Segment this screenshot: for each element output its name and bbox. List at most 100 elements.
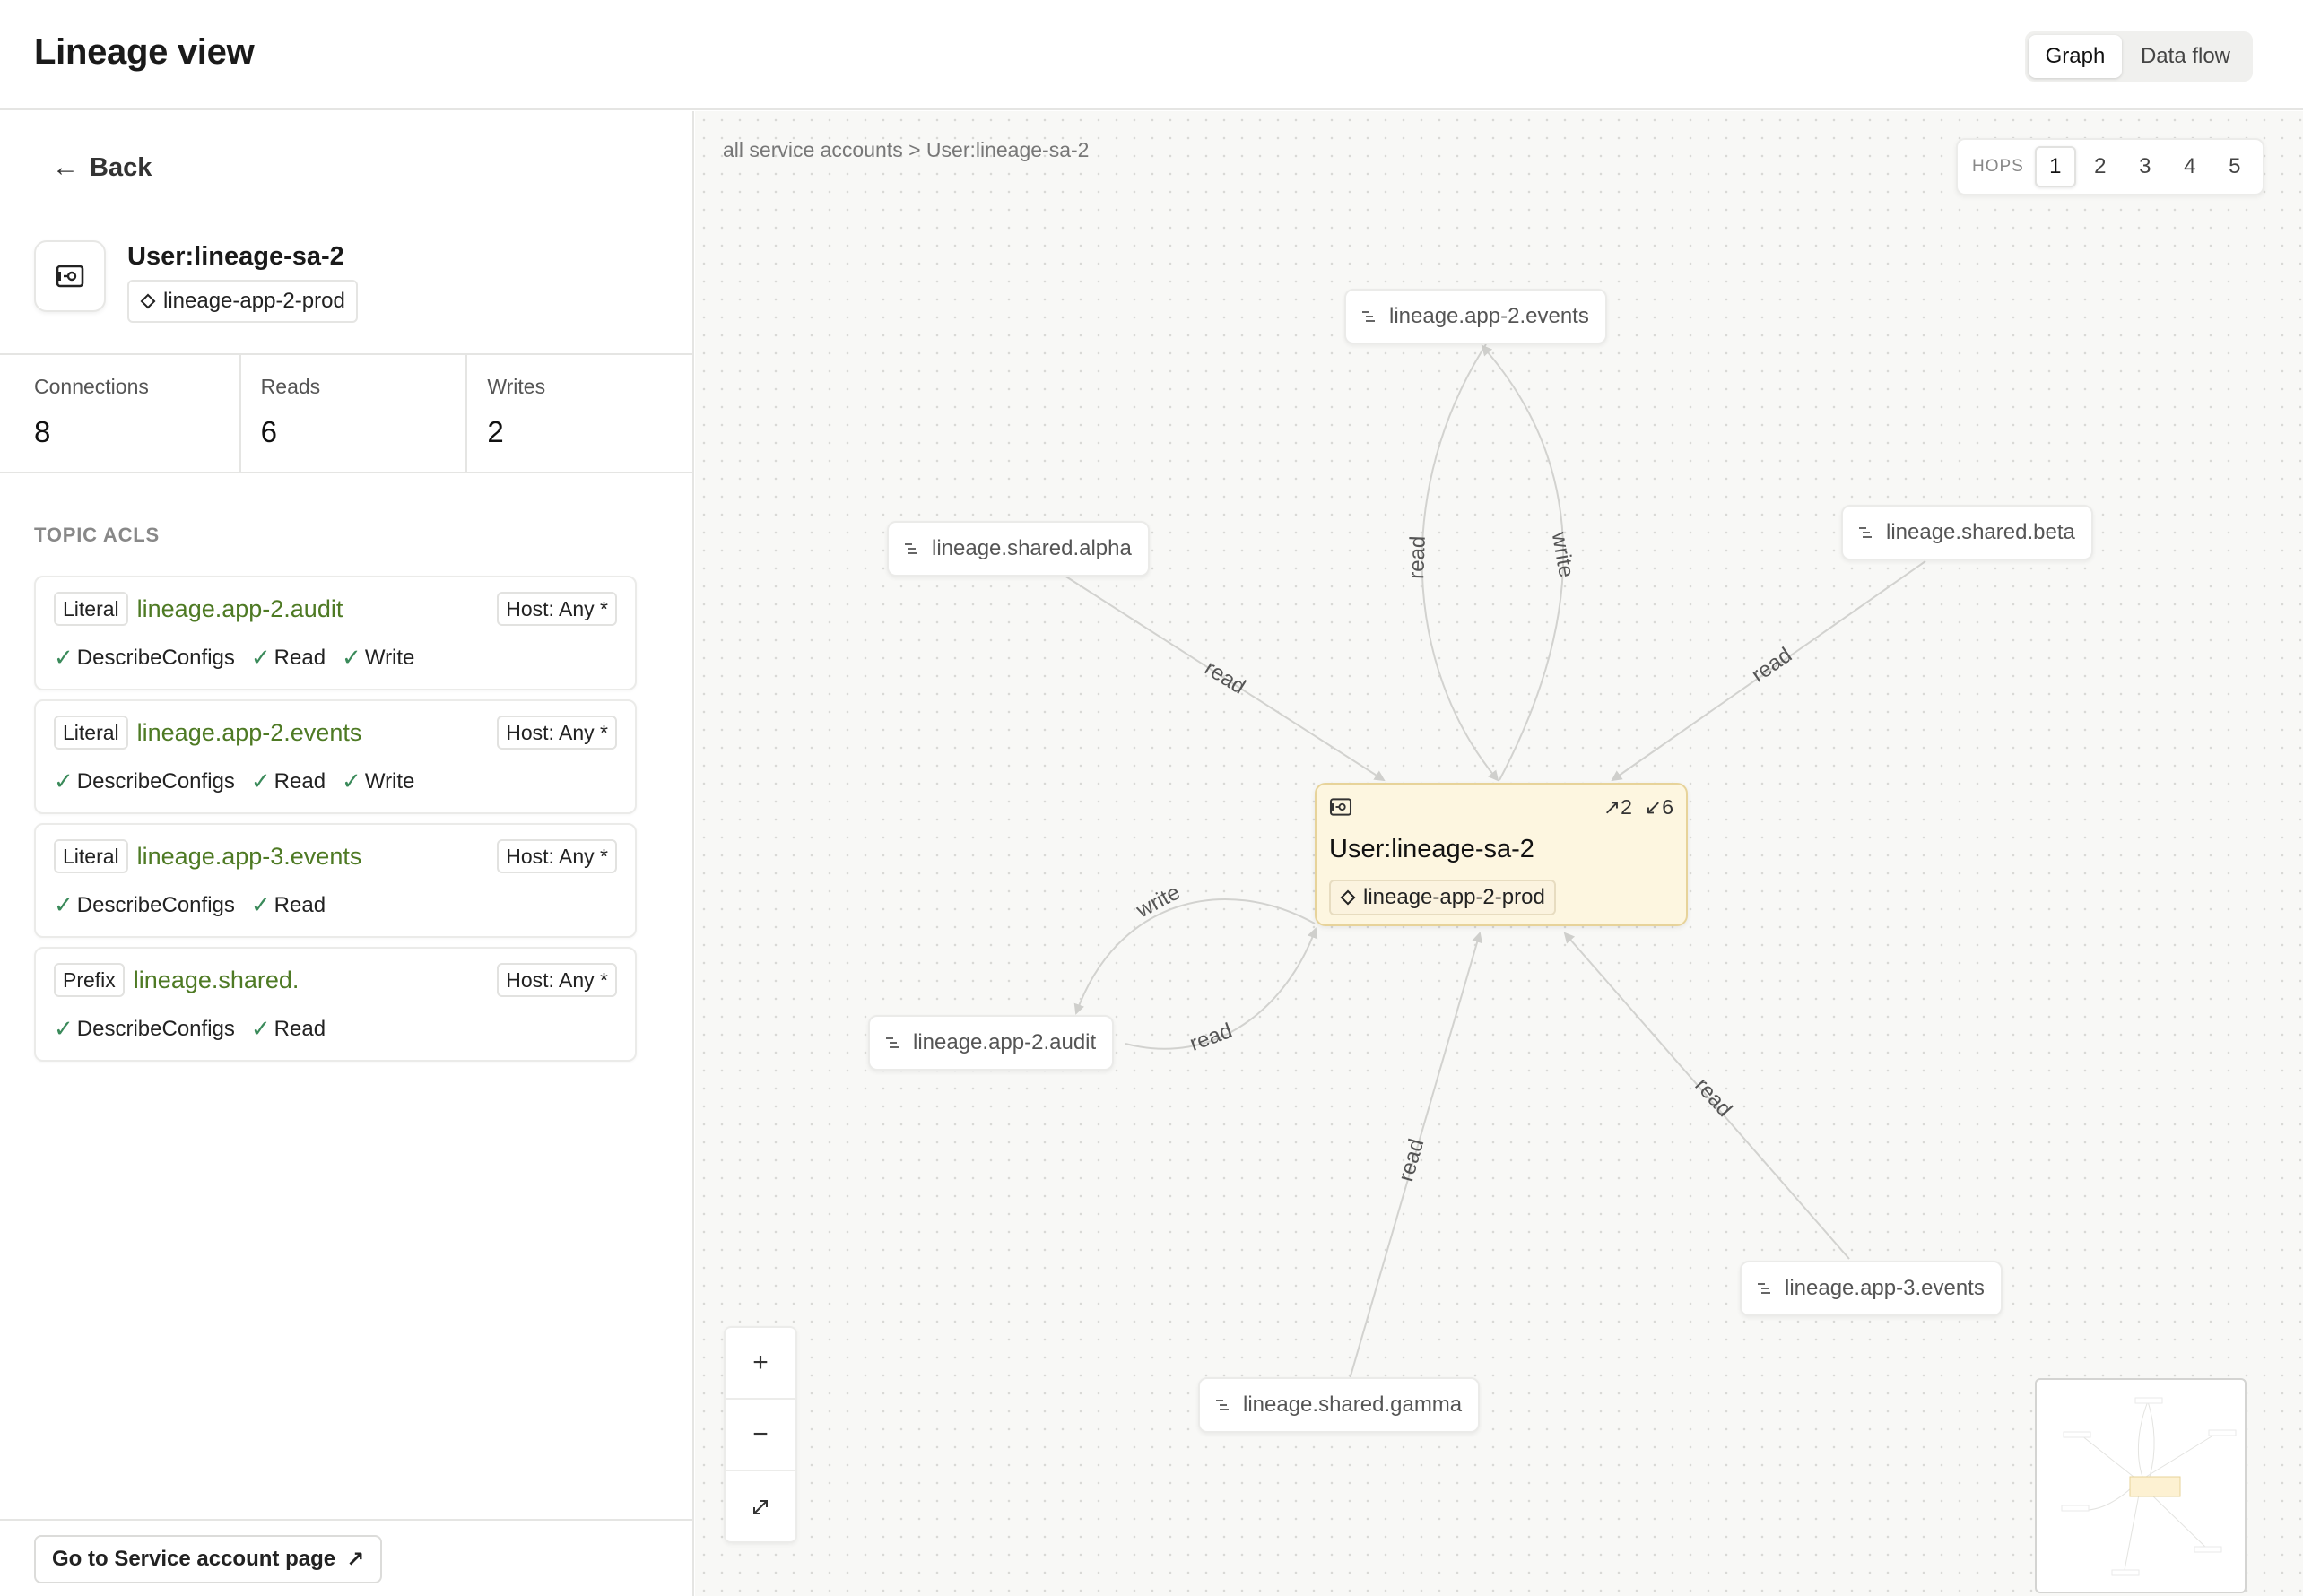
permission: ✓ DescribeConfigs (54, 644, 235, 672)
back-button[interactable]: ← Back (52, 152, 152, 183)
zoom-controls: + − (724, 1326, 797, 1543)
stat-writes: Writes 2 (467, 355, 692, 472)
permission-label: Read (274, 1016, 326, 1041)
node-environment-tag: lineage-app-2-prod (1329, 880, 1556, 915)
graph-canvas[interactable]: all service accounts > User:lineage-sa-2… (695, 111, 2303, 1596)
acl-topic-link[interactable]: lineage.app-2.events (137, 719, 362, 747)
check-icon: ✓ (250, 644, 271, 671)
tab-graph[interactable]: Graph (2029, 35, 2122, 78)
node-environment-label: lineage-app-2-prod (1363, 885, 1545, 909)
stat-value: 8 (34, 415, 51, 448)
minimap[interactable] (2035, 1378, 2247, 1593)
stat-connections: Connections 8 (0, 355, 241, 472)
topic-node-label: lineage.app-2.audit (913, 1030, 1097, 1054)
pattern-type-tag: Literal (54, 839, 128, 873)
topic-node[interactable]: lineage.shared.alpha (887, 521, 1150, 577)
edge-label-read: read (1186, 1019, 1235, 1056)
pattern-type-tag: Literal (54, 592, 128, 626)
service-account-icon (1329, 798, 1352, 816)
acl-card: Literal lineage.app-2.events Host: Any *… (34, 699, 637, 814)
topic-node-label: lineage.app-2.events (1389, 304, 1589, 328)
outgoing-count: ↗2 (1603, 795, 1632, 820)
outgoing-count-value: 2 (1621, 795, 1632, 819)
permission: ✓ Read (251, 644, 326, 672)
edge-label-write: write (1547, 529, 1579, 579)
edge-label-read: read (1690, 1073, 1736, 1122)
topic-node[interactable]: lineage.app-2.audit (868, 1015, 1115, 1071)
incoming-count-value: 6 (1662, 795, 1673, 819)
edge-label-read: read (1200, 655, 1249, 698)
service-account-node[interactable]: ↗2 ↙6 User:lineage-sa-2 lineage-app-2-pr… (1315, 783, 1688, 926)
stat-label: Reads (260, 375, 321, 398)
tab-data-flow[interactable]: Data flow (2122, 35, 2249, 78)
external-link-icon: ↗ (346, 1547, 365, 1572)
topic-icon (905, 543, 917, 554)
arrow-left-icon: ← (52, 152, 79, 182)
acl-topic-link[interactable]: lineage.app-3.events (137, 843, 362, 871)
acl-list: Literal lineage.app-2.audit Host: Any * … (34, 576, 637, 1071)
permission-label: Write (364, 645, 415, 670)
topic-node-label: lineage.shared.beta (1886, 520, 2075, 544)
permission: ✓ DescribeConfigs (54, 768, 235, 795)
edge-app2-events-write (1481, 344, 1565, 781)
view-toggle: Graph Data flow (2025, 31, 2253, 82)
permission-label: Read (274, 892, 326, 917)
topic-node[interactable]: lineage.shared.gamma (1198, 1377, 1481, 1433)
topic-node[interactable]: lineage.shared.beta (1841, 505, 2093, 560)
acl-card: Literal lineage.app-3.events Host: Any *… (34, 823, 637, 938)
permission: ✓ Read (251, 891, 326, 919)
edge-label-write: write (1132, 880, 1184, 924)
topic-node-label: lineage.app-3.events (1785, 1276, 1985, 1300)
footer-divider (0, 1519, 692, 1521)
host-tag: Host: Any * (497, 592, 617, 626)
arrow-up-right-icon: ↗ (1603, 795, 1621, 819)
diamond-icon (140, 293, 156, 309)
pattern-type-tag: Prefix (54, 963, 125, 997)
arrow-down-left-icon: ↙ (1644, 795, 1663, 819)
host-tag: Host: Any * (497, 716, 617, 750)
goto-label: Go to Service account page (52, 1547, 336, 1571)
check-icon: ✓ (342, 644, 361, 671)
stats-row: Connections 8 Reads 6 Writes 2 (0, 353, 692, 473)
zoom-out-button[interactable]: − (726, 1400, 795, 1471)
edge-app2-events-read (1421, 343, 1499, 782)
topic-icon (1362, 311, 1375, 322)
permission-label: Read (274, 645, 326, 670)
edge-audit-write (1073, 898, 1316, 1015)
node-name: User:lineage-sa-2 (1329, 835, 1534, 863)
topic-node-label: lineage.shared.gamma (1243, 1392, 1463, 1417)
host-tag: Host: Any * (497, 839, 617, 873)
acl-topic-link[interactable]: lineage.shared. (134, 967, 300, 994)
topic-icon (1758, 1283, 1770, 1294)
check-icon: ✓ (250, 891, 271, 918)
fit-view-button[interactable] (726, 1471, 795, 1543)
environment-label: lineage-app-2-prod (163, 289, 345, 313)
acl-topic-link[interactable]: lineage.app-2.audit (137, 595, 343, 623)
acl-card: Prefix lineage.shared. Host: Any * ✓ Desc… (34, 947, 637, 1062)
topic-node-label: lineage.shared.alpha (932, 536, 1132, 560)
page-title: Lineage view (34, 32, 255, 72)
details-panel: ← Back User:lineage-sa-2 lineage-app-2-p… (0, 111, 694, 1596)
permission: ✓ Read (251, 1015, 326, 1043)
zoom-in-button[interactable]: + (726, 1328, 795, 1400)
topic-icon (1216, 1400, 1229, 1410)
app-header: Lineage view Graph Data flow (0, 0, 2303, 110)
environment-tag: lineage-app-2-prod (127, 280, 358, 323)
topic-node[interactable]: lineage.app-2.events (1344, 289, 1607, 344)
stat-label: Writes (487, 375, 546, 398)
permission-label: DescribeConfigs (76, 768, 235, 794)
permission-label: DescribeConfigs (76, 645, 235, 670)
section-title-topic-acls: TOPIC ACLS (34, 524, 161, 546)
edge-label-read: read (1404, 535, 1430, 579)
go-to-service-account-button[interactable]: Go to Service account page ↗ (34, 1535, 383, 1583)
topic-icon (1859, 527, 1872, 538)
check-icon: ✓ (54, 644, 74, 671)
permission-label: Read (274, 768, 326, 794)
topic-node[interactable]: lineage.app-3.events (1740, 1261, 2003, 1316)
incoming-count: ↙6 (1645, 795, 1673, 820)
topic-icon (886, 1037, 899, 1048)
acl-card: Literal lineage.app-2.audit Host: Any * … (34, 576, 637, 690)
service-account-icon (34, 240, 106, 312)
diamond-icon (1340, 889, 1356, 906)
pattern-type-tag: Literal (54, 716, 128, 750)
